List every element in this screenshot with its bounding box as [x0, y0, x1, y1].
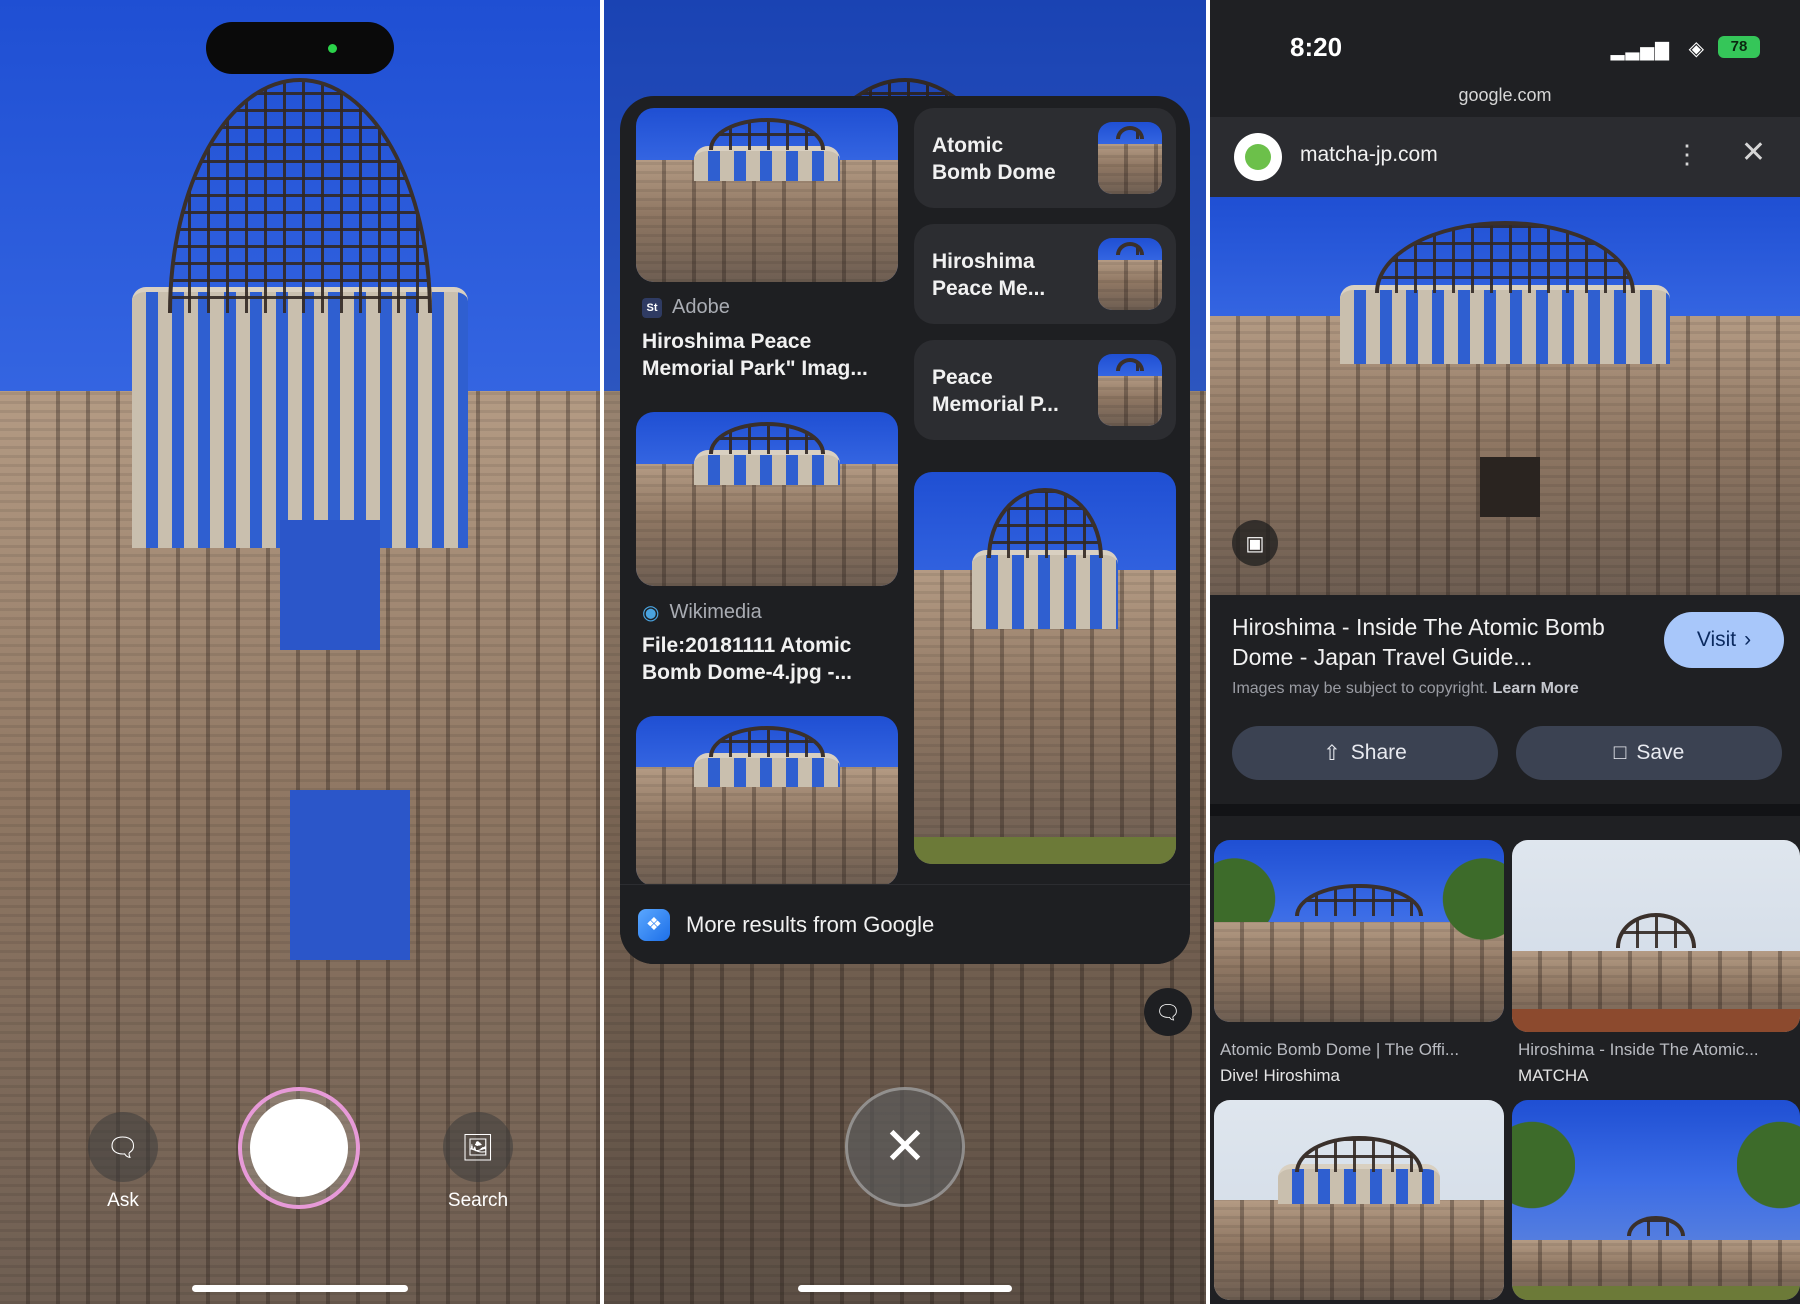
result-image-tall[interactable]: [914, 472, 1176, 864]
close-icon: ✕: [883, 1118, 927, 1176]
chevron-right-icon: ›: [1744, 628, 1752, 651]
grid-image-dive-hiroshima[interactable]: [1214, 840, 1504, 1022]
dynamic-island: [206, 22, 394, 74]
battery-icon: 78: [1718, 36, 1760, 58]
safari-compass-icon: ❖: [638, 908, 670, 941]
result-title[interactable]: Hiroshima - Inside The Atomic Bomb Dome …: [1232, 612, 1652, 672]
share-button[interactable]: ⇧ Share: [1232, 726, 1498, 780]
wikimedia-icon: ◉: [642, 602, 660, 624]
chat-icon: 🗨: [106, 1131, 140, 1162]
chat-icon: 🗨: [1155, 1001, 1181, 1024]
results-panel: St Adobe Hiroshima Peace Memorial Park" …: [604, 0, 1206, 1304]
result-title-wikimedia[interactable]: File:20181111 Atomic Bomb Dome-4.jpg -..…: [642, 632, 902, 686]
learn-more-link[interactable]: Learn More: [1493, 680, 1579, 697]
home-indicator: [798, 1285, 1012, 1292]
result-image-wikimedia[interactable]: [636, 412, 898, 586]
section-divider: [1210, 804, 1800, 816]
chip-hiroshima-peace-memorial[interactable]: Hiroshima Peace Me...: [914, 224, 1176, 324]
grid-caption-1: Hiroshima - Inside The Atomic...: [1518, 1040, 1759, 1059]
url-label[interactable]: google.com: [1210, 85, 1800, 106]
status-time: 8:20: [1290, 32, 1343, 62]
bookmark-icon: □: [1613, 741, 1627, 764]
home-indicator: [192, 1285, 408, 1292]
grid-image-matcha[interactable]: [1512, 840, 1800, 1032]
image-search-icon: 🖼: [461, 1131, 495, 1162]
results-sheet: St Adobe Hiroshima Peace Memorial Park" …: [620, 96, 1190, 964]
close-results-button[interactable]: ✕: [845, 1087, 965, 1207]
chip-atomic-bomb-dome[interactable]: Atomic Bomb Dome: [914, 108, 1176, 208]
result-title-adobe[interactable]: Hiroshima Peace Memorial Park" Imag...: [642, 328, 902, 382]
share-icon: ⇧: [1323, 741, 1341, 765]
wifi-icon: ◈: [1688, 38, 1704, 60]
site-logo-icon: [1234, 133, 1282, 181]
result-image-adobe[interactable]: [636, 108, 898, 282]
grid-caption-0: Atomic Bomb Dome | The Offi...: [1220, 1040, 1460, 1059]
signal-icon: ▂▃▅▇: [1610, 40, 1670, 60]
lens-icon[interactable]: ▣: [1232, 520, 1278, 566]
result-image-third[interactable]: [636, 716, 898, 886]
site-header: matcha-jp.com ⋮ ✕: [1210, 117, 1800, 197]
chat-fab-button[interactable]: 🗨: [1144, 988, 1192, 1036]
adobe-stock-icon: St: [642, 297, 662, 318]
chip-peace-memorial-park[interactable]: Peace Memorial P...: [914, 340, 1176, 440]
more-results-button[interactable]: ❖ More results from Google: [620, 884, 1190, 964]
search-label: Search: [447, 1190, 509, 1211]
copyright-note: Images may be subject to copyright. Lear…: [1232, 680, 1579, 697]
result-source-adobe: St Adobe: [642, 296, 730, 319]
status-bar: 8:20 ▂▃▅▇ ◈ 78: [1210, 0, 1800, 90]
shutter-button[interactable]: [238, 1087, 360, 1209]
ask-label: Ask: [107, 1190, 139, 1211]
more-vert-icon[interactable]: ⋮: [1674, 139, 1700, 170]
grid-image-third[interactable]: [1214, 1100, 1504, 1300]
close-icon[interactable]: ✕: [1741, 135, 1766, 170]
save-button[interactable]: □ Save: [1516, 726, 1782, 780]
visit-button[interactable]: Visit ›: [1664, 612, 1784, 668]
camera-panel: 🗨 Ask 🖼 Search: [0, 0, 600, 1304]
ask-button[interactable]: 🗨: [88, 1112, 158, 1182]
site-name[interactable]: matcha-jp.com: [1300, 143, 1438, 167]
main-image: [1210, 197, 1800, 595]
search-button[interactable]: 🖼: [443, 1112, 513, 1182]
viewer-panel: 8:20 ▂▃▅▇ ◈ 78 google.com matcha-jp.com …: [1210, 0, 1800, 1304]
grid-source-0: Dive! Hiroshima: [1220, 1066, 1340, 1085]
result-source-wikimedia: ◉ Wikimedia: [642, 601, 762, 624]
grid-image-fourth[interactable]: [1512, 1100, 1800, 1300]
grid-source-1: MATCHA: [1518, 1066, 1589, 1085]
